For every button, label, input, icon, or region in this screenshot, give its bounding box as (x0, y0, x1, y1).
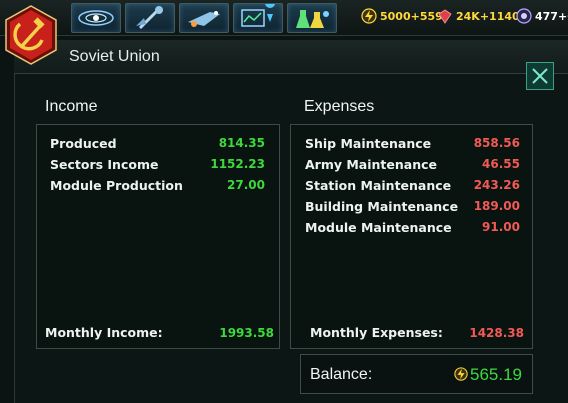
income-row-value: 27.00 (227, 178, 265, 192)
minerals-icon (438, 9, 452, 24)
research-button[interactable] (287, 3, 337, 33)
close-icon (532, 68, 548, 84)
galaxy-button[interactable] (71, 3, 121, 33)
fleet-button[interactable] (179, 3, 229, 33)
energy-readout: 5000+559 (380, 10, 443, 23)
flask-icon (296, 10, 329, 28)
monthly-expenses-label: Monthly Expenses: (310, 325, 443, 340)
expense-row-value: 189.00 (473, 199, 520, 213)
income-row-label: Produced (50, 136, 117, 151)
expense-row-label: Ship Maintenance (305, 136, 432, 151)
expense-row-label: Station Maintenance (305, 178, 452, 193)
close-button[interactable] (526, 62, 554, 90)
monthly-income-value: 1993.58 (219, 326, 274, 340)
income-row-value: 1152.23 (210, 157, 265, 171)
income-row-label: Sectors Income (50, 157, 159, 172)
scepter-icon (136, 6, 163, 30)
balance-value: 565.19 (470, 365, 522, 384)
hammer-sickle-icon (5, 5, 57, 65)
expense-row-label: Building Maintenance (305, 199, 459, 214)
monthly-income-label: Monthly Income: (45, 325, 163, 340)
income-heading: Income (45, 98, 98, 115)
top-resource-bar: 5000+559 24K+1140 477+6 (0, 0, 568, 36)
map-button[interactable] (233, 3, 283, 33)
influence-readout: 477+6 (535, 10, 568, 23)
expense-row-value: 858.56 (473, 136, 520, 150)
monthly-expenses-value: 1428.38 (469, 326, 524, 340)
government-button[interactable] (125, 3, 175, 33)
ship-icon (188, 11, 220, 27)
energy-icon (454, 367, 468, 381)
income-row-label: Module Production (50, 178, 183, 193)
expense-row-value: 46.55 (482, 157, 520, 171)
balance-label: Balance: (310, 366, 373, 383)
expense-row-label: Module Maintenance (305, 220, 452, 235)
expense-row-value: 243.26 (473, 178, 520, 192)
empire-emblem[interactable] (2, 4, 60, 66)
map-pin-icon (241, 4, 275, 27)
window-title: Soviet Union (69, 48, 160, 65)
energy-icon (361, 8, 377, 24)
minerals-readout: 24K+1140 (456, 10, 520, 23)
expense-row-value: 91.00 (482, 220, 520, 234)
influence-icon (516, 8, 532, 24)
expense-row-label: Army Maintenance (305, 157, 437, 172)
expenses-heading: Expenses (304, 98, 375, 115)
income-row-value: 814.35 (218, 136, 265, 150)
galaxy-icon (78, 10, 114, 26)
